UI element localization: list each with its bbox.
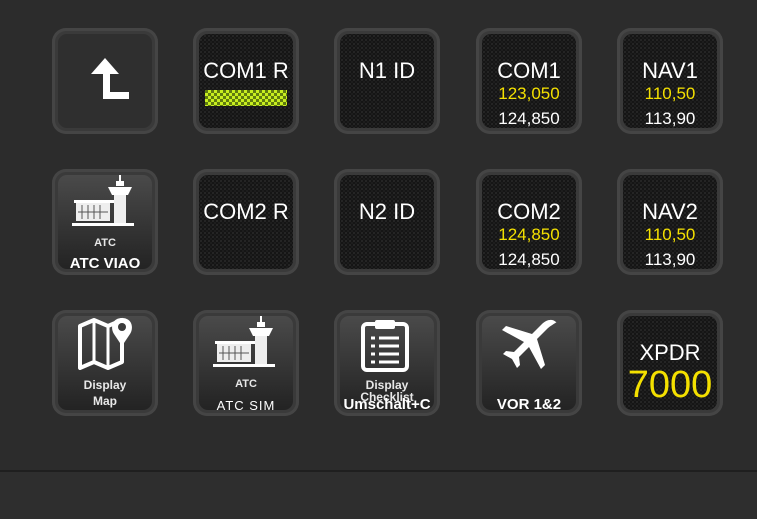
return-arrow-icon [91, 58, 129, 99]
atc-viao-button[interactable]: ATC ATC VIAO [52, 169, 158, 275]
airplane-icon [502, 319, 557, 369]
com2r-title: COM2 R [203, 199, 289, 224]
display-map-caption-line1: Display [83, 378, 127, 392]
nav1-active-frequency: 110,50 [644, 84, 696, 103]
com1-radio-button[interactable]: COM1 R [193, 28, 299, 134]
stream-deck-grid: COM1 R N1 ID COM1 123,050 124,850 NAV1 1… [0, 0, 757, 470]
nav1-standby-frequency: 113,90 [644, 109, 696, 128]
signal-level-meter [205, 90, 287, 106]
atc-viao-caption: ATC [94, 237, 116, 249]
n1id-title: N1 ID [358, 58, 416, 83]
back-button[interactable] [52, 28, 158, 134]
checklist-button[interactable]: Display Checklist Umschalt+C [334, 310, 440, 416]
xpdr-squawk-code: 7000 [627, 364, 713, 406]
vor-button[interactable]: VOR 1&2 [476, 310, 582, 416]
display-map-caption-line2: Map [93, 394, 117, 408]
com1-title: COM1 [497, 58, 561, 83]
n2-ident-button[interactable]: N2 ID [334, 169, 440, 275]
com2-frequency-button[interactable]: COM2 124,850 124,850 [476, 169, 582, 275]
atc-sim-label: ATC SIM [216, 398, 276, 413]
nav2-active-frequency: 110,50 [644, 225, 696, 244]
checklist-hotkey-label: Umschalt+C [343, 396, 431, 413]
atc-sim-caption: ATC [235, 378, 257, 390]
n2id-title: N2 ID [358, 199, 416, 224]
com2-active-frequency: 124,850 [498, 225, 560, 244]
nav1-frequency-button[interactable]: NAV1 110,50 113,90 [617, 28, 723, 134]
clipboard-checklist-icon [361, 320, 409, 372]
control-tower-icon [213, 316, 275, 367]
control-tower-icon [72, 175, 134, 226]
n1-ident-button[interactable]: N1 ID [334, 28, 440, 134]
com1r-title: COM1 R [203, 58, 289, 83]
footer-bar [0, 472, 757, 519]
com2-radio-button[interactable]: COM2 R [193, 169, 299, 275]
nav2-title: NAV2 [642, 199, 698, 224]
com2-title: COM2 [497, 199, 561, 224]
atc-viao-label: ATC VIAO [69, 255, 141, 272]
com2-standby-frequency: 124,850 [498, 250, 560, 269]
display-map-button[interactable]: Display Map [52, 310, 158, 416]
nav1-title: NAV1 [642, 58, 698, 83]
com1-standby-frequency: 124,850 [498, 109, 560, 128]
com1-active-frequency: 123,050 [498, 84, 560, 103]
xpdr-title: XPDR [639, 340, 701, 365]
nav2-standby-frequency: 113,90 [644, 250, 696, 269]
atc-sim-button[interactable]: ATC ATC SIM [193, 310, 299, 416]
com1-frequency-button[interactable]: COM1 123,050 124,850 [476, 28, 582, 134]
transponder-button[interactable]: XPDR 7000 [617, 310, 723, 416]
vor-label: VOR 1&2 [496, 396, 562, 413]
nav2-frequency-button[interactable]: NAV2 110,50 113,90 [617, 169, 723, 275]
map-pin-icon [78, 318, 132, 370]
